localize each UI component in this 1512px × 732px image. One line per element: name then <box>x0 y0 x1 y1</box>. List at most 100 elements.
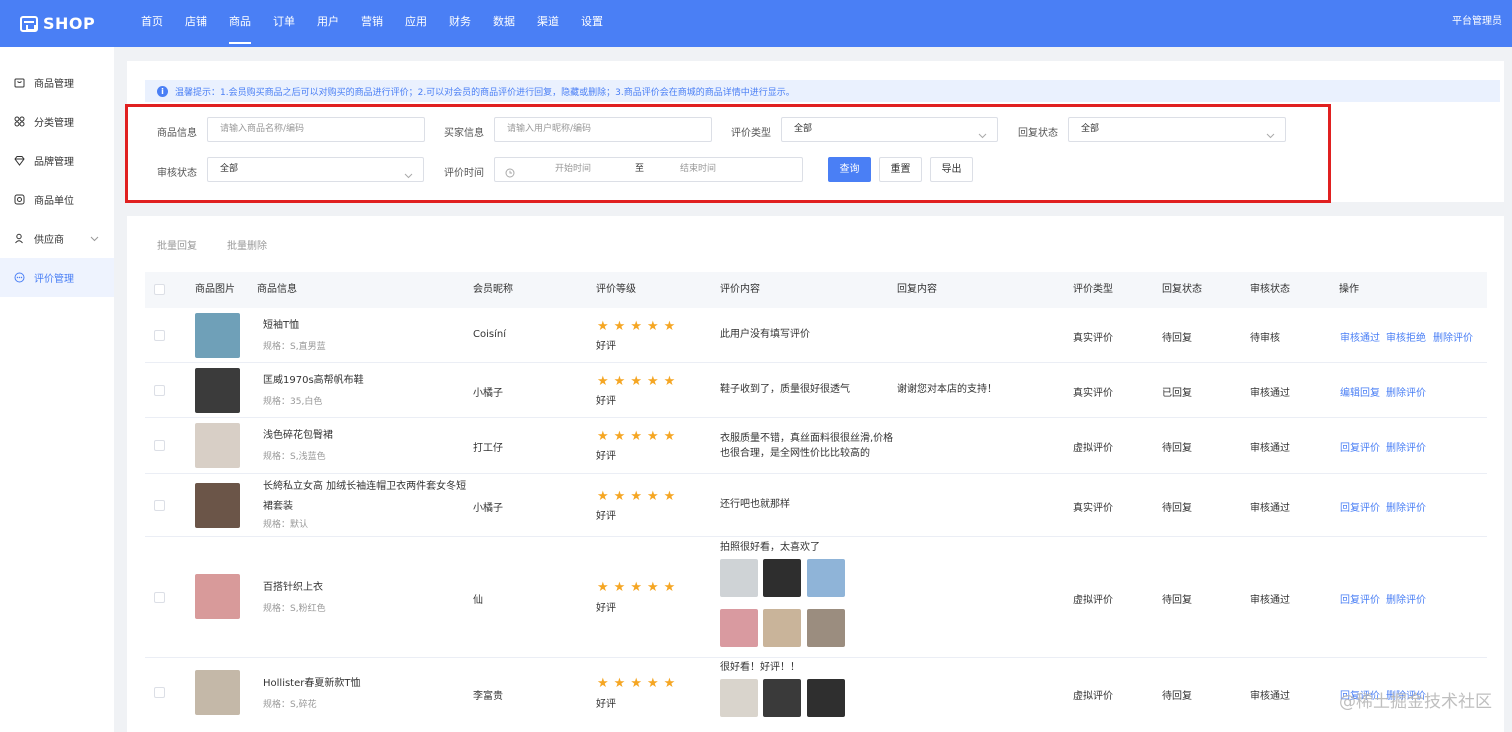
table-row: Hollister春夏新款T恤 规格：S,碎花 李富贵 ★ ★ ★ ★ ★ 好评 很好看… <box>145 658 1487 732</box>
reply-review-link[interactable]: 回复评价 <box>1340 499 1380 514</box>
reply-review-link[interactable]: 回复评价 <box>1340 439 1380 454</box>
rating-grade: 好评 <box>596 511 616 522</box>
product-image[interactable] <box>195 483 240 528</box>
main-nav: 首页 店铺 商品 订单 用户 营销 应用 财务 数据 渠道 设置 <box>130 0 614 47</box>
review-content: 拍照很好看，太喜欢了 <box>720 542 820 553</box>
nav-item-channels[interactable]: 渠道 <box>526 0 570 47</box>
sidebar-item-suppliers[interactable]: 供应商 <box>0 219 114 258</box>
reply-status: 待回复 <box>1162 443 1192 454</box>
col-type: 评价类型 <box>1073 284 1113 295</box>
nav-item-apps[interactable]: 应用 <box>394 0 438 47</box>
audit-status: 审核通过 <box>1250 595 1290 606</box>
nav-item-home[interactable]: 首页 <box>130 0 174 47</box>
shop-icon <box>20 15 38 32</box>
sidebar-item-product-units[interactable]: 商品单位 <box>0 180 114 219</box>
star-icon: ★ <box>663 319 676 334</box>
nav-item-data[interactable]: 数据 <box>482 0 526 47</box>
col-audit-status: 审核状态 <box>1250 284 1290 295</box>
nav-item-products[interactable]: 商品 <box>218 0 262 47</box>
nav-item-orders[interactable]: 订单 <box>262 0 306 47</box>
review-image[interactable] <box>720 559 758 597</box>
delete-review-link[interactable]: 删除评价 <box>1386 591 1426 606</box>
star-icon: ★ <box>646 429 659 444</box>
admin-user-label[interactable]: 平台管理员 <box>1452 0 1502 44</box>
col-grade: 评价等级 <box>596 284 636 295</box>
audit-status: 审核通过 <box>1250 388 1290 399</box>
reply-status: 待回复 <box>1162 595 1192 606</box>
bulk-delete-button[interactable]: 批量删除 <box>215 237 279 259</box>
col-reply-status: 回复状态 <box>1162 284 1202 295</box>
row-checkbox[interactable] <box>154 330 165 341</box>
review-image[interactable] <box>763 559 801 597</box>
review-content: 此用户没有填写评价 <box>720 329 810 340</box>
product-image[interactable] <box>195 368 240 413</box>
review-image[interactable] <box>807 559 845 597</box>
review-image[interactable] <box>763 609 801 647</box>
nav-item-store[interactable]: 店铺 <box>174 0 218 47</box>
rating-grade: 好评 <box>596 699 616 710</box>
top-navbar: SHOP 首页 店铺 商品 订单 用户 营销 应用 财务 数据 渠道 设置 平台… <box>0 0 1512 47</box>
sidebar-item-label: 品牌管理 <box>34 157 74 168</box>
review-image[interactable] <box>807 679 845 717</box>
diamond-icon <box>13 155 25 167</box>
review-image[interactable] <box>807 609 845 647</box>
review-image[interactable] <box>720 679 758 717</box>
delete-review-link[interactable]: 删除评价 <box>1433 329 1473 344</box>
product-image[interactable] <box>195 670 240 715</box>
table-row: 长絝私立女高 加绒长袖连帽卫衣两件套女冬短 裙套装 规格：默认 小橘子 ★ ★ ★ ★… <box>145 474 1487 537</box>
product-name: Hollister春夏新款T恤 <box>263 678 361 689</box>
product-name: 短袖T恤 <box>263 320 300 331</box>
rating-stars: ★ ★ ★ ★ ★ <box>597 375 680 389</box>
product-spec: 规格：S,碎花 <box>263 700 317 710</box>
star-icon: ★ <box>646 374 659 389</box>
review-type: 真实评价 <box>1073 388 1113 399</box>
approve-link[interactable]: 审核通过 <box>1340 329 1380 344</box>
delete-review-link[interactable]: 删除评价 <box>1386 499 1426 514</box>
member-nickname: 仙 <box>473 595 483 606</box>
sidebar-item-category-management[interactable]: 分类管理 <box>0 102 114 141</box>
review-content: 很好看！好评！！ <box>720 662 800 673</box>
info-icon: i <box>157 85 168 97</box>
logo[interactable]: SHOP <box>0 14 130 33</box>
table-row: 浅色碎花包臀裙 规格：S,浅蓝色 打工仔 ★ ★ ★ ★ ★ 好评 衣服质量不错，真丝面… <box>145 418 1487 474</box>
product-name: 长絝私立女高 加绒长袖连帽卫衣两件套女冬短 裙套装 <box>263 477 466 517</box>
row-checkbox[interactable] <box>154 592 165 603</box>
nav-item-settings[interactable]: 设置 <box>570 0 614 47</box>
reply-status: 待回复 <box>1162 691 1192 702</box>
highlight-box <box>125 104 1331 203</box>
star-icon: ★ <box>613 489 626 504</box>
row-checkbox[interactable] <box>154 500 165 511</box>
product-image[interactable] <box>195 574 240 619</box>
reject-link[interactable]: 审核拒绝 <box>1386 329 1426 344</box>
nav-item-marketing[interactable]: 营销 <box>350 0 394 47</box>
sidebar-item-review-management[interactable]: 评价管理 <box>0 258 114 297</box>
star-icon: ★ <box>646 676 659 691</box>
reply-review-link[interactable]: 回复评价 <box>1340 591 1380 606</box>
review-type: 真实评价 <box>1073 333 1113 344</box>
nav-item-users[interactable]: 用户 <box>306 0 350 47</box>
star-icon: ★ <box>663 676 676 691</box>
edit-reply-link[interactable]: 编辑回复 <box>1340 384 1380 399</box>
delete-review-link[interactable]: 删除评价 <box>1386 439 1426 454</box>
review-content: 鞋子收到了，质量很好很透气 <box>720 384 850 395</box>
audit-status: 审核通过 <box>1250 443 1290 454</box>
review-image[interactable] <box>763 679 801 717</box>
product-image[interactable] <box>195 313 240 358</box>
select-all-checkbox[interactable] <box>154 284 165 295</box>
review-image[interactable] <box>720 609 758 647</box>
star-icon: ★ <box>630 319 642 334</box>
sidebar-item-product-management[interactable]: 商品管理 <box>0 63 114 102</box>
user-icon <box>13 233 25 245</box>
row-checkbox[interactable] <box>154 687 165 698</box>
product-image[interactable] <box>195 423 240 468</box>
nav-item-finance[interactable]: 财务 <box>438 0 482 47</box>
sidebar-item-brand-management[interactable]: 品牌管理 <box>0 141 114 180</box>
row-checkbox[interactable] <box>154 385 165 396</box>
sidebar-item-label: 评价管理 <box>34 274 74 285</box>
row-checkbox[interactable] <box>154 440 165 451</box>
product-name: 匡威1970s高帮帆布鞋 <box>263 375 364 386</box>
star-icon: ★ <box>597 489 609 504</box>
bulk-reply-button[interactable]: 批量回复 <box>145 237 209 259</box>
delete-review-link[interactable]: 删除评价 <box>1386 384 1426 399</box>
rating-stars: ★ ★ ★ ★ ★ <box>597 490 680 504</box>
